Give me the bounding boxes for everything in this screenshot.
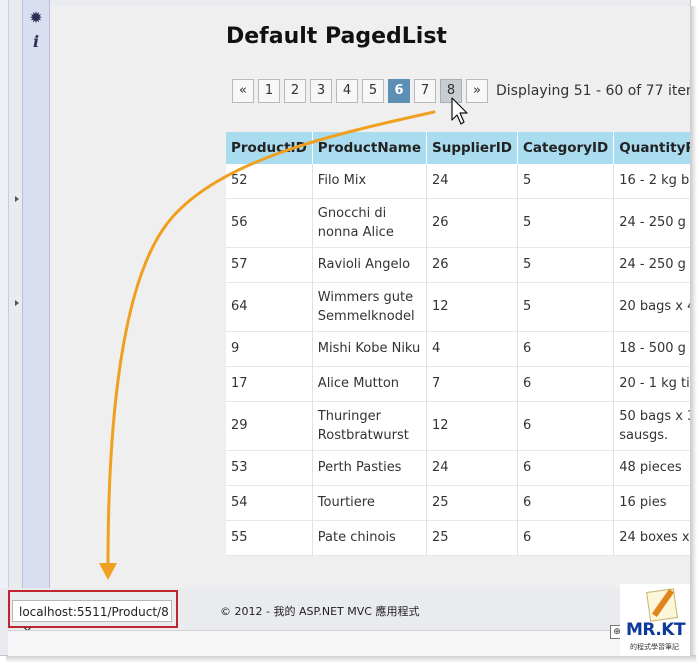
products-table: ProductID ProductName SupplierID Categor… (226, 132, 690, 556)
splitter-arrow-icon[interactable] (15, 196, 19, 202)
pager-page-6-current[interactable]: 6 (388, 79, 410, 103)
cell-quantityperunit: 20 - 1 kg tins (613, 366, 690, 402)
cell-quantityperunit: 16 pies (613, 485, 690, 521)
cell-productid: 55 (226, 520, 313, 556)
table-row: 57 Ravioli Angelo 26 5 24 - 250 g pkgs. (226, 247, 690, 283)
column-header-quantityperunit[interactable]: QuantityPerUnit (613, 132, 690, 164)
table-row: 54 Tourtiere 25 6 16 pies (226, 485, 690, 521)
cell-quantityperunit: 24 boxes x 2 pies (613, 520, 690, 556)
pager-page-4[interactable]: 4 (336, 79, 358, 103)
cell-productname: Mishi Kobe Niku (312, 331, 428, 367)
cell-productname: Perth Pasties (312, 450, 428, 486)
pager-prev[interactable]: « (232, 79, 254, 103)
column-header-productid[interactable]: ProductID (226, 132, 313, 164)
info-icon[interactable]: i (27, 33, 45, 51)
cell-productname: Alice Mutton (312, 366, 428, 402)
cell-productname: Tourtiere (312, 485, 428, 521)
cell-quantityperunit: 24 - 250 g pkgs. (613, 198, 690, 248)
cell-productid: 29 (226, 401, 313, 451)
pager-info: Displaying 51 - 60 of 77 item(s) (496, 83, 690, 99)
cell-supplierid: 26 (426, 247, 518, 283)
page-content: Default PagedList « 1 2 3 4 5 6 7 8 » Di… (50, 6, 690, 588)
table-header-row: ProductID ProductName SupplierID Categor… (226, 132, 690, 164)
cell-quantityperunit: 24 - 250 g pkgs. (613, 247, 690, 283)
watermark-logo: MR.KT 的程式學習筆記 (620, 584, 690, 656)
logo-text: MR.KT (626, 620, 686, 640)
cell-quantityperunit: 20 bags x 4 pieces (613, 282, 690, 332)
cell-supplierid: 24 (426, 450, 518, 486)
cell-supplierid: 12 (426, 282, 518, 332)
cell-productid: 64 (226, 282, 313, 332)
cell-productid: 53 (226, 450, 313, 486)
cell-supplierid: 4 (426, 331, 518, 367)
window-shadow-right (690, 6, 697, 663)
left-edge-strip (0, 0, 19, 630)
annotation-highlight-box (8, 590, 178, 628)
cell-productid: 52 (226, 164, 313, 199)
column-header-categoryid[interactable]: CategoryID (517, 132, 615, 164)
cell-productname: Wimmers gute Semmelknodel (312, 282, 428, 332)
side-toolbar: ✹ i (22, 0, 50, 592)
cell-productid: 57 (226, 247, 313, 283)
cell-supplierid: 25 (426, 485, 518, 521)
cell-categoryid: 6 (517, 401, 615, 451)
window-shadow-bottom (6, 655, 696, 663)
cell-productid: 9 (226, 331, 313, 367)
pager: « 1 2 3 4 5 6 7 8 » Displaying 51 - 60 o… (232, 78, 690, 104)
cell-categoryid: 5 (517, 164, 615, 199)
cell-quantityperunit: 16 - 2 kg boxes (613, 164, 690, 199)
pager-page-3[interactable]: 3 (310, 79, 332, 103)
cell-categoryid: 5 (517, 282, 615, 332)
cell-supplierid: 24 (426, 164, 518, 199)
table-row: 9 Mishi Kobe Niku 4 6 18 - 500 g pkgs. (226, 331, 690, 367)
cell-supplierid: 7 (426, 366, 518, 402)
cell-productid: 17 (226, 366, 313, 402)
cell-quantityperunit: 50 bags x 30 sausgs. (613, 401, 690, 451)
cell-categoryid: 6 (517, 331, 615, 367)
table-row: 53 Perth Pasties 24 6 48 pieces (226, 450, 690, 486)
table-row: 64 Wimmers gute Semmelknodel 12 5 20 bag… (226, 282, 690, 332)
table-row: 17 Alice Mutton 7 6 20 - 1 kg tins (226, 366, 690, 402)
table-row: 56 Gnocchi di nonna Alice 26 5 24 - 250 … (226, 198, 690, 248)
pager-page-8[interactable]: 8 (440, 79, 462, 103)
column-header-supplierid[interactable]: SupplierID (426, 132, 518, 164)
copyright-text: © 2012 - 我的 ASP.NET MVC 應用程式 (220, 605, 420, 618)
column-header-productname[interactable]: ProductName (312, 132, 428, 164)
cell-categoryid: 6 (517, 485, 615, 521)
cell-categoryid: 5 (517, 247, 615, 283)
cell-supplierid: 26 (426, 198, 518, 248)
cell-productname: Pate chinois (312, 520, 428, 556)
cell-productid: 56 (226, 198, 313, 248)
cell-productname: Gnocchi di nonna Alice (312, 198, 428, 248)
cell-quantityperunit: 48 pieces (613, 450, 690, 486)
gear-icon[interactable]: ✹ (27, 9, 45, 27)
splitter-arrow-icon[interactable] (15, 300, 19, 306)
cell-categoryid: 5 (517, 198, 615, 248)
pager-next[interactable]: » (466, 79, 488, 103)
pager-page-5[interactable]: 5 (362, 79, 384, 103)
cell-categoryid: 6 (517, 366, 615, 402)
cell-categoryid: 6 (517, 520, 615, 556)
pager-page-2[interactable]: 2 (284, 79, 306, 103)
cell-categoryid: 6 (517, 450, 615, 486)
cell-productname: Thuringer Rostbratwurst (312, 401, 428, 451)
cell-productid: 54 (226, 485, 313, 521)
bottom-status-strip (8, 630, 690, 656)
page-title: Default PagedList (226, 24, 447, 49)
cell-quantityperunit: 18 - 500 g pkgs. (613, 331, 690, 367)
cell-supplierid: 12 (426, 401, 518, 451)
table-row: 52 Filo Mix 24 5 16 - 2 kg boxes (226, 164, 690, 199)
pager-page-7[interactable]: 7 (414, 79, 436, 103)
table-row: 55 Pate chinois 25 6 24 boxes x 2 pies (226, 520, 690, 556)
pager-page-1[interactable]: 1 (258, 79, 280, 103)
logo-subtitle: 的程式學習筆記 (630, 643, 679, 651)
cell-productname: Ravioli Angelo (312, 247, 428, 283)
cell-supplierid: 25 (426, 520, 518, 556)
table-row: 29 Thuringer Rostbratwurst 12 6 50 bags … (226, 401, 690, 451)
cell-productname: Filo Mix (312, 164, 428, 199)
